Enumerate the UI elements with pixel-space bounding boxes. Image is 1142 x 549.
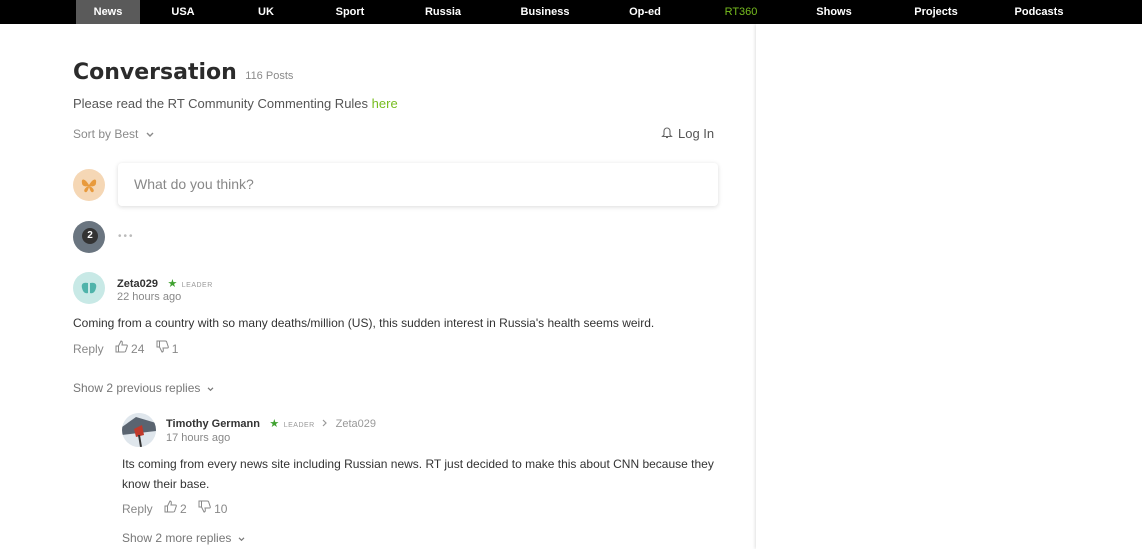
sort-label: Sort by Best <box>73 127 139 141</box>
conversation-header: Conversation 116 Posts <box>73 60 293 85</box>
chevron-down-icon <box>207 387 214 392</box>
chevron-down-icon <box>238 537 245 542</box>
show-more-replies[interactable]: Show 2 more replies <box>122 531 245 545</box>
bell-icon <box>661 127 673 139</box>
leader-badge: LEADER <box>283 422 315 429</box>
thumbs-down-icon <box>156 340 169 353</box>
star-icon: ★ <box>167 278 178 290</box>
conversation-title: Conversation <box>73 60 237 85</box>
downvote-count: 10 <box>214 502 228 516</box>
typing-count-badge: 2 <box>82 228 98 244</box>
nav-item-op-ed[interactable]: Op-ed <box>620 0 670 24</box>
reply-button[interactable]: Reply <box>122 502 153 516</box>
comment-timestamp: 22 hours ago <box>117 291 182 303</box>
show-more-replies-label: Show 2 more replies <box>122 531 232 545</box>
reply-username[interactable]: Timothy Germann <box>166 418 260 430</box>
show-previous-replies[interactable]: Show 2 previous replies <box>73 381 214 395</box>
reply-button[interactable]: Reply <box>73 342 104 356</box>
downvote-button[interactable]: 1 <box>156 340 187 356</box>
chevron-down-icon <box>146 132 154 137</box>
comment-meta: Zeta029 ★ LEADER <box>117 274 213 292</box>
upvote-count: 24 <box>131 342 145 356</box>
reply-avatar <box>122 413 156 447</box>
nav-item-projects[interactable]: Projects <box>906 0 966 24</box>
reply-timestamp: 17 hours ago <box>166 432 231 444</box>
show-previous-replies-label: Show 2 previous replies <box>73 381 201 395</box>
nav-item-shows[interactable]: Shows <box>809 0 859 24</box>
thumbs-down-icon <box>198 500 211 513</box>
downvote-button[interactable]: 10 <box>198 500 235 516</box>
nav-item-rt360[interactable]: RT360 <box>716 0 766 24</box>
reply-actions: Reply 2 10 <box>122 500 235 516</box>
rules-text: Please read the RT Community Commenting … <box>73 96 372 111</box>
star-icon: ★ <box>269 418 280 430</box>
top-navigation: News USA UK Sport Russia Business Op-ed … <box>0 0 1142 24</box>
reply-body: Its coming from every news site includin… <box>122 457 714 491</box>
comment-actions: Reply 24 1 <box>73 340 186 356</box>
typing-avatar: 2 <box>73 221 105 253</box>
butterfly-icon <box>81 179 97 193</box>
reply-meta: Timothy Germann ★ LEADER Zeta029 <box>166 414 376 432</box>
nav-item-usa[interactable]: USA <box>158 0 208 24</box>
nav-item-podcasts[interactable]: Podcasts <box>1007 0 1071 24</box>
compose-placeholder: What do you think? <box>134 176 254 192</box>
nav-item-sport[interactable]: Sport <box>325 0 375 24</box>
rules-link[interactable]: here <box>372 96 398 111</box>
butterfly-icon <box>81 282 97 294</box>
nav-item-russia[interactable]: Russia <box>418 0 468 24</box>
login-label: Log In <box>678 126 715 141</box>
sort-dropdown[interactable]: Sort by Best <box>73 127 154 141</box>
nav-item-uk[interactable]: UK <box>246 0 286 24</box>
user-avatar <box>73 169 105 201</box>
comment-avatar <box>73 272 105 304</box>
upvote-count: 2 <box>180 502 187 516</box>
typing-indicator: ••• <box>118 231 135 242</box>
thumbs-up-icon <box>164 500 177 513</box>
nav-item-news[interactable]: News <box>76 0 140 24</box>
upvote-button[interactable]: 24 <box>115 340 156 356</box>
post-count: 116 Posts <box>245 70 294 82</box>
profile-photo-icon <box>122 413 156 447</box>
comment-composer[interactable]: What do you think? <box>118 163 718 206</box>
downvote-count: 1 <box>171 342 179 356</box>
upvote-button[interactable]: 2 <box>164 500 198 516</box>
thumbs-up-icon <box>115 340 128 353</box>
reply-to-username[interactable]: Zeta029 <box>336 418 376 430</box>
leader-badge: LEADER <box>181 282 213 289</box>
chevron-right-icon <box>322 419 328 427</box>
comment-username[interactable]: Zeta029 <box>117 278 158 290</box>
nav-item-business[interactable]: Business <box>513 0 577 24</box>
login-button[interactable]: Log In <box>661 126 714 141</box>
comment-body: Coming from a country with so many death… <box>73 316 655 330</box>
community-rules: Please read the RT Community Commenting … <box>73 96 398 111</box>
sidebar-panel <box>756 24 1142 549</box>
